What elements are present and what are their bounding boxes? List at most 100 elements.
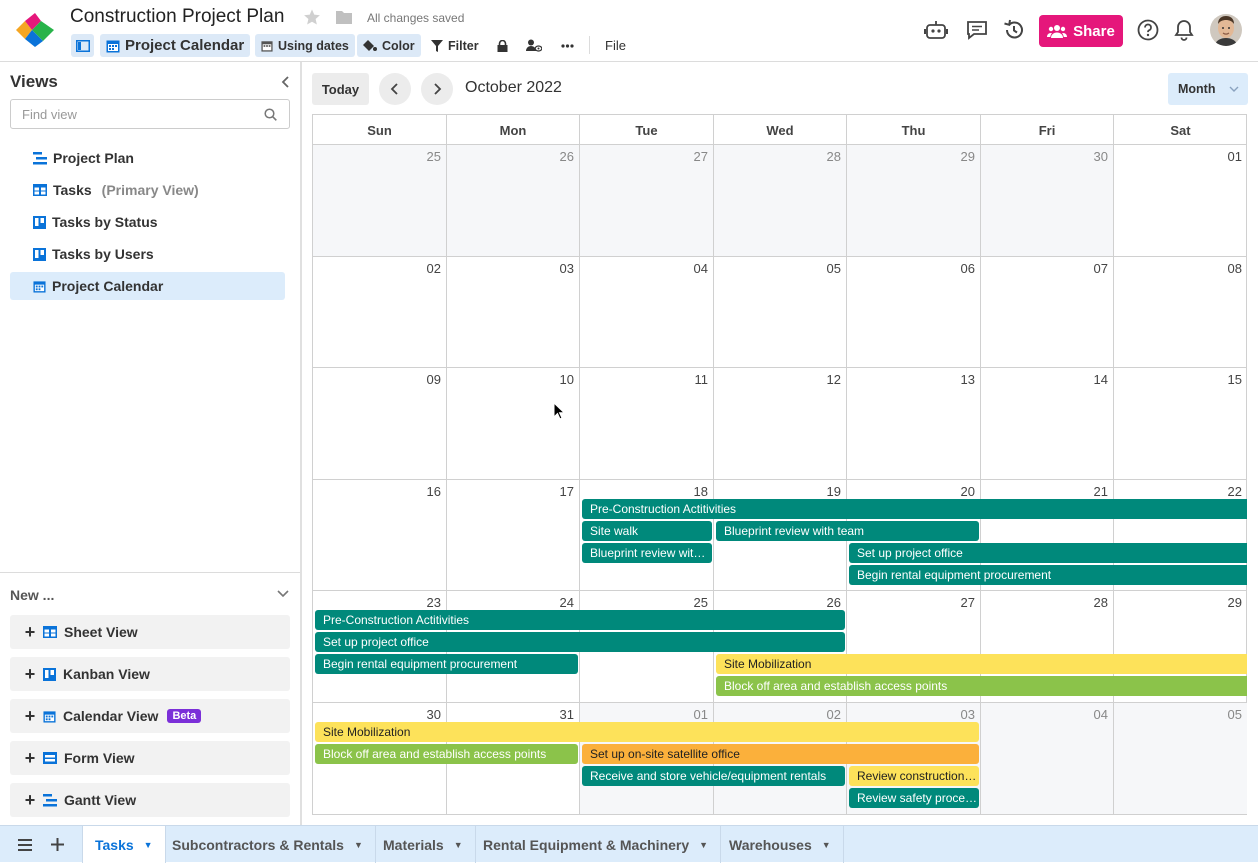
sheet-tab-subcontractors[interactable]: Subcontractors & Rentals ▼ xyxy=(160,826,376,863)
calendar-event[interactable]: Set up project office xyxy=(849,543,1247,563)
day-number: 28 xyxy=(826,149,841,164)
day-cell[interactable]: 27 xyxy=(580,145,714,257)
calendar-event[interactable]: Review safety procedures xyxy=(849,788,979,808)
calendar-event[interactable]: Begin rental equipment procurement xyxy=(849,565,1247,585)
day-cell[interactable]: 14 xyxy=(981,368,1114,480)
caret-down-icon[interactable]: ▼ xyxy=(822,840,831,850)
color-button[interactable]: Color xyxy=(357,34,421,57)
notifications-bell-icon[interactable] xyxy=(1172,18,1196,42)
comments-icon[interactable] xyxy=(965,18,989,42)
add-sheet-icon[interactable] xyxy=(43,826,71,863)
view-item-tasks[interactable]: Tasks (Primary View) xyxy=(10,176,285,204)
caret-down-icon[interactable]: ▼ xyxy=(699,840,708,850)
history-icon[interactable] xyxy=(1002,18,1026,42)
find-view-input[interactable] xyxy=(11,100,289,128)
sheet-tab-rental-equipment[interactable]: Rental Equipment & Machinery ▼ xyxy=(471,826,722,863)
day-number: 04 xyxy=(1093,707,1108,722)
lock-button[interactable] xyxy=(494,34,510,57)
calendar-event[interactable]: Review construction plans xyxy=(849,766,979,786)
new-sheet-view-button[interactable]: + Sheet View xyxy=(10,615,290,649)
using-dates-button[interactable]: Using dates xyxy=(255,34,355,57)
day-cell[interactable]: 05 xyxy=(714,257,847,368)
collapse-sidebar-icon[interactable] xyxy=(278,74,294,90)
all-sheets-menu-icon[interactable] xyxy=(11,826,39,863)
day-cell[interactable]: 11 xyxy=(580,368,714,480)
day-cell[interactable]: 09 xyxy=(313,368,447,480)
app-logo[interactable] xyxy=(14,12,56,48)
today-button[interactable]: Today xyxy=(312,73,369,105)
day-number: 06 xyxy=(960,261,975,276)
day-cell[interactable]: 28 xyxy=(714,145,847,257)
next-month-button[interactable] xyxy=(421,73,453,105)
sheet-tab-materials[interactable]: Materials ▼ xyxy=(371,826,476,863)
calendar-event[interactable]: Blueprint review with team xyxy=(716,521,979,541)
caret-down-icon[interactable]: ▼ xyxy=(454,840,463,850)
view-item-tasks-by-users[interactable]: Tasks by Users xyxy=(10,240,285,268)
day-cell[interactable]: 05 xyxy=(1114,703,1247,814)
caret-down-icon[interactable]: ▼ xyxy=(144,840,153,850)
caret-down-icon[interactable]: ▼ xyxy=(354,840,363,850)
day-cell[interactable]: 17 xyxy=(447,480,580,591)
calendar-event[interactable]: Site walk xyxy=(582,521,712,541)
sheet-tab-warehouses[interactable]: Warehouses ▼ xyxy=(717,826,844,863)
new-form-view-button[interactable]: + Form View xyxy=(10,741,290,775)
previous-month-button[interactable] xyxy=(379,73,411,105)
calendar-mode-select[interactable]: Month xyxy=(1168,73,1248,105)
new-gantt-view-button[interactable]: + Gantt View xyxy=(10,783,290,817)
filter-button[interactable]: Filter xyxy=(427,34,483,57)
day-cell[interactable]: 04 xyxy=(981,703,1114,814)
day-number: 04 xyxy=(693,261,708,276)
day-number: 26 xyxy=(559,149,574,164)
permissions-button[interactable] xyxy=(524,34,544,57)
day-cell[interactable]: 08 xyxy=(1114,257,1247,368)
help-icon[interactable] xyxy=(1136,18,1160,42)
day-cell[interactable]: 30 xyxy=(981,145,1114,257)
file-menu[interactable]: File xyxy=(599,34,632,57)
view-item-project-plan[interactable]: Project Plan xyxy=(10,144,285,172)
day-cell[interactable]: 02 xyxy=(313,257,447,368)
calendar-event[interactable]: Receive and store vehicle/equipment rent… xyxy=(582,766,845,786)
find-view-search[interactable] xyxy=(10,99,290,129)
day-cell[interactable]: 01 xyxy=(1114,145,1247,257)
new-calendar-view-button[interactable]: + Calendar View Beta xyxy=(10,699,290,733)
calendar-event[interactable]: Block off area and establish access poin… xyxy=(315,744,578,764)
document-title[interactable]: Construction Project Plan xyxy=(70,6,284,28)
chevron-down-icon[interactable] xyxy=(276,588,290,598)
calendar-event[interactable]: Begin rental equipment procurement xyxy=(315,654,578,674)
new-kanban-view-button[interactable]: + Kanban View xyxy=(10,657,290,691)
calendar-event[interactable]: Set up project office xyxy=(315,632,845,652)
day-cell[interactable]: 29 xyxy=(847,145,981,257)
calendar-event[interactable]: Block off area and establish access poin… xyxy=(716,676,1247,696)
automation-bot-icon[interactable] xyxy=(924,18,948,42)
day-cell[interactable]: 12 xyxy=(714,368,847,480)
calendar-event[interactable]: Pre-Construction Actitivities xyxy=(315,610,845,630)
color-label: Color xyxy=(382,38,415,53)
new-view-title[interactable]: New ... xyxy=(10,587,54,603)
share-button[interactable]: Share xyxy=(1039,15,1123,47)
more-options-button[interactable] xyxy=(557,34,577,57)
new-item-label: Gantt View xyxy=(64,792,137,808)
day-cell[interactable]: 16 xyxy=(313,480,447,591)
day-cell[interactable]: 07 xyxy=(981,257,1114,368)
day-cell[interactable]: 15 xyxy=(1114,368,1247,480)
day-cell[interactable]: 26 xyxy=(447,145,580,257)
folder-icon[interactable] xyxy=(335,9,353,25)
day-cell[interactable]: 10 xyxy=(447,368,580,480)
view-item-project-calendar[interactable]: Project Calendar xyxy=(10,272,285,300)
star-icon[interactable] xyxy=(303,8,321,26)
calendar-event[interactable]: Blueprint review with team xyxy=(582,543,712,563)
calendar-event[interactable]: Pre-Construction Actitivities xyxy=(582,499,1247,519)
calendar-event[interactable]: Site Mobilization xyxy=(716,654,1247,674)
calendar-event[interactable]: Site Mobilization xyxy=(315,722,979,742)
day-cell[interactable]: 04 xyxy=(580,257,714,368)
day-cell[interactable]: 03 xyxy=(447,257,580,368)
view-switcher-button[interactable]: Project Calendar xyxy=(100,34,251,57)
view-item-tasks-by-status[interactable]: Tasks by Status xyxy=(10,208,285,236)
user-avatar[interactable] xyxy=(1210,14,1242,46)
toggle-sidebar-button[interactable] xyxy=(71,34,94,57)
sheet-tab-tasks[interactable]: Tasks ▼ xyxy=(82,826,166,863)
day-cell[interactable]: 06 xyxy=(847,257,981,368)
day-cell[interactable]: 13 xyxy=(847,368,981,480)
day-cell[interactable]: 25 xyxy=(313,145,447,257)
calendar-event[interactable]: Set up on-site satellite office xyxy=(582,744,979,764)
